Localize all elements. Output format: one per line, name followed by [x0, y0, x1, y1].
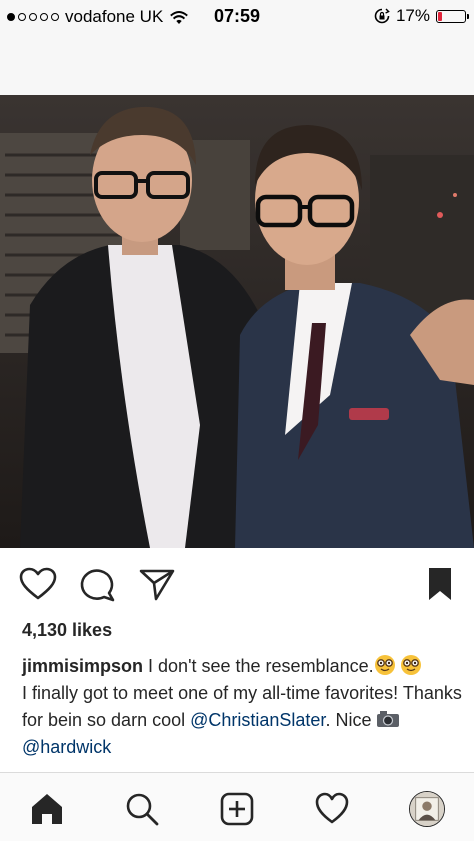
nerd-face-emoji — [374, 655, 395, 675]
heart-icon[interactable] — [18, 566, 58, 602]
mention-link[interactable]: @ChristianSlater — [190, 710, 325, 730]
caption-text: I don't see the resemblance. — [143, 656, 374, 676]
nerd-face-emoji — [400, 655, 421, 675]
header-spacer — [0, 36, 474, 95]
bookmark-icon[interactable] — [420, 566, 460, 602]
like-count[interactable]: 4,130 likes — [22, 620, 112, 641]
comment-icon[interactable] — [78, 566, 118, 602]
add-post-icon[interactable] — [219, 791, 255, 827]
bottom-tab-bar — [0, 772, 474, 841]
status-right: 17% — [374, 6, 469, 26]
home-icon[interactable] — [29, 791, 65, 827]
battery-percent: 17% — [395, 6, 430, 25]
caption-username[interactable]: jimmisimpson — [22, 656, 143, 676]
battery-icon — [436, 9, 469, 23]
caption-text: . Nice — [325, 710, 377, 730]
avatar[interactable] — [409, 791, 445, 827]
post-photo[interactable] — [0, 95, 474, 548]
post-caption: jimmisimpson I don't see the resemblance… — [22, 653, 462, 761]
camera-emoji — [377, 711, 400, 727]
search-icon[interactable] — [124, 791, 160, 827]
share-icon[interactable] — [137, 566, 177, 602]
rotation-lock-icon — [374, 8, 390, 24]
activity-heart-icon[interactable] — [314, 791, 350, 827]
mention-link[interactable]: @hardwick — [22, 737, 111, 757]
status-bar: vodafone UK 07:59 17% — [0, 0, 474, 36]
battery-level — [438, 11, 442, 21]
post-actions — [0, 548, 474, 618]
